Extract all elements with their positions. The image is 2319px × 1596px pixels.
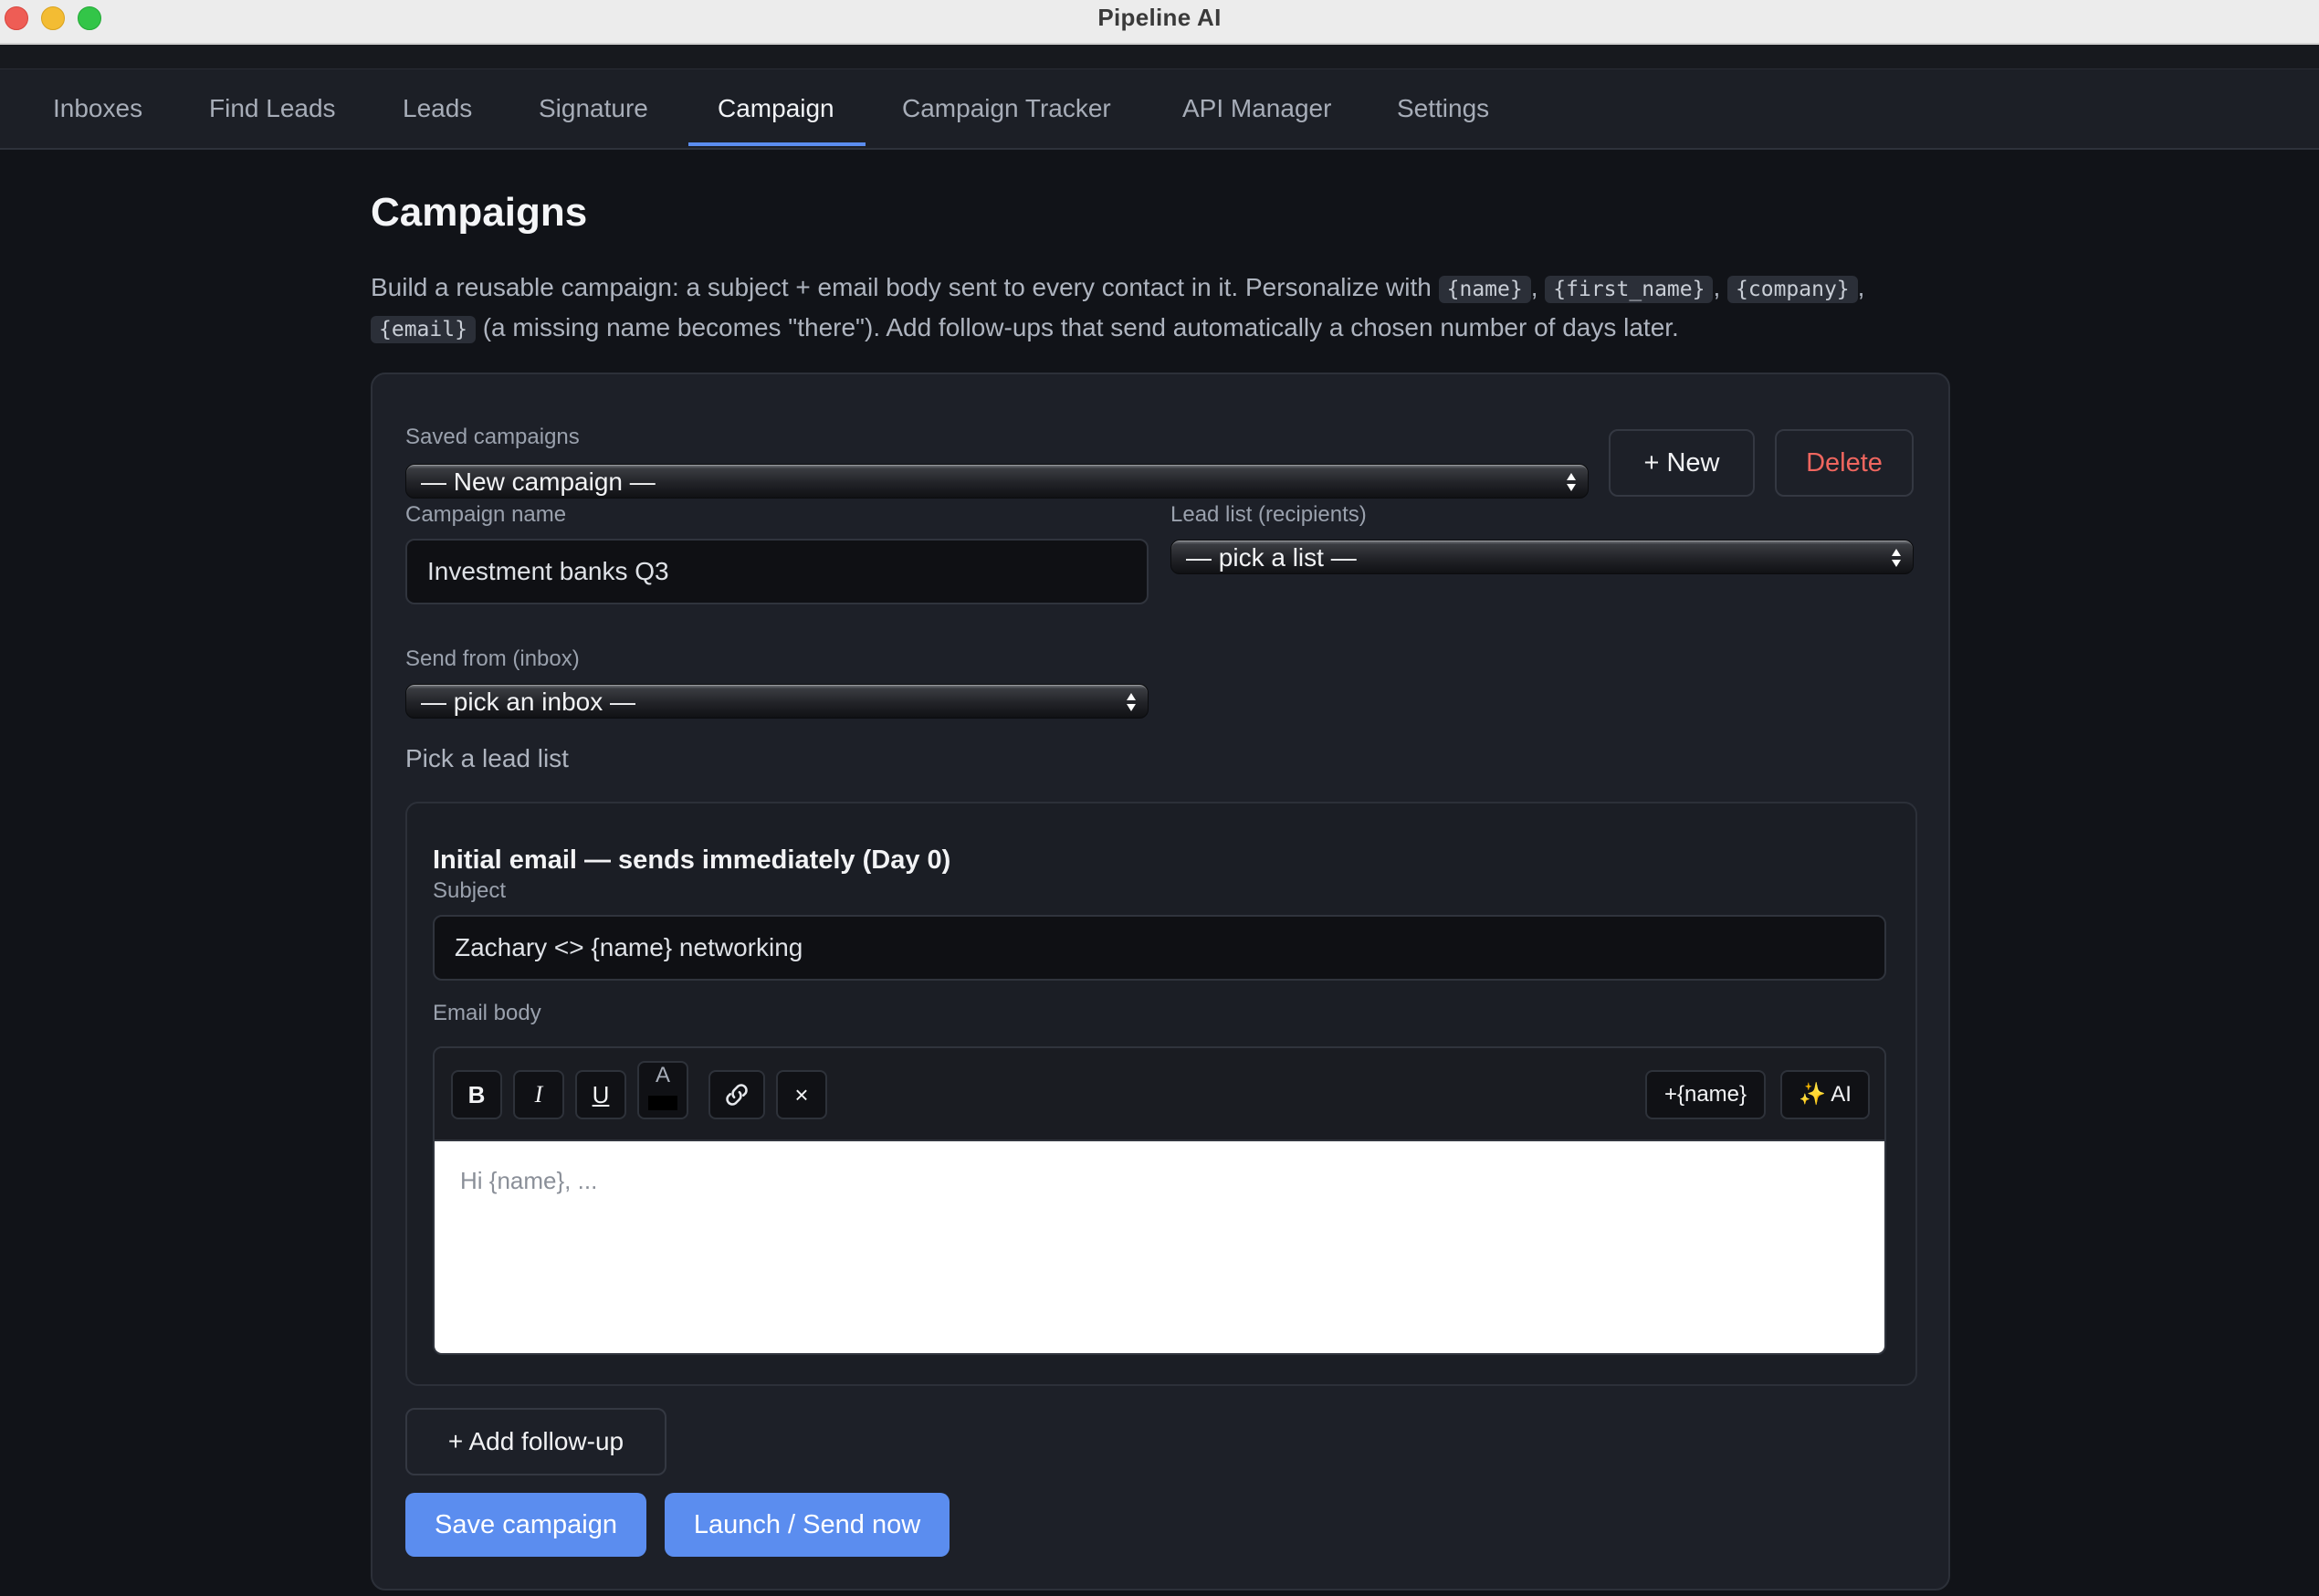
- tab-api-manager[interactable]: API Manager: [1182, 69, 1331, 148]
- lead-list-hint: Pick a lead list: [405, 744, 569, 772]
- launch-send-button[interactable]: Launch / Send now: [665, 1493, 950, 1557]
- send-from-label: Send from (inbox): [405, 646, 580, 671]
- email-body-placeholder: Hi {name}, ...: [460, 1167, 598, 1194]
- email-body-label: Email body: [433, 1001, 541, 1025]
- main-nav: Inboxes Find Leads Leads Signature Campa…: [0, 69, 2319, 150]
- sparkles-icon: ✨: [1799, 1082, 1826, 1107]
- send-from-value: — pick an inbox —: [421, 688, 635, 716]
- tab-find-leads[interactable]: Find Leads: [209, 69, 336, 148]
- link-button[interactable]: [708, 1070, 765, 1119]
- save-campaign-button[interactable]: Save campaign: [405, 1493, 646, 1557]
- campaign-name-input[interactable]: Investment banks Q3: [405, 539, 1149, 604]
- send-from-select[interactable]: — pick an inbox —: [405, 684, 1149, 719]
- window-title: Pipeline AI: [1097, 4, 1222, 31]
- link-icon: [726, 1084, 748, 1106]
- tab-signature[interactable]: Signature: [539, 69, 648, 148]
- text-color-swatch: [648, 1096, 677, 1110]
- lead-list-label: Lead list (recipients): [1170, 502, 1367, 527]
- subject-label: Subject: [433, 878, 507, 903]
- clear-format-button[interactable]: ×: [776, 1070, 827, 1119]
- page-intro: Build a reusable campaign: a subject + e…: [371, 273, 1865, 343]
- email-body-input[interactable]: Hi {name}, ...: [435, 1141, 1884, 1353]
- token-email: {email}: [371, 316, 476, 343]
- text-color-button[interactable]: A: [637, 1061, 688, 1119]
- text-color-label: A: [655, 1063, 670, 1087]
- ai-button[interactable]: ✨ AI: [1780, 1070, 1870, 1119]
- new-campaign-button[interactable]: + New: [1609, 429, 1755, 497]
- insert-name-button[interactable]: +{name}: [1645, 1070, 1766, 1119]
- tab-campaign[interactable]: Campaign: [718, 69, 834, 148]
- active-tab-indicator: [688, 142, 866, 146]
- intro-text: Build a reusable campaign: a subject + e…: [371, 273, 1432, 301]
- window-toolbar-strip: [0, 45, 2319, 69]
- select-arrows-icon: [1567, 473, 1576, 491]
- saved-campaigns-value: — New campaign —: [421, 467, 656, 496]
- campaign-name-label: Campaign name: [405, 502, 567, 527]
- lead-list-value: — pick a list —: [1186, 543, 1357, 572]
- saved-campaigns-select[interactable]: — New campaign —: [405, 464, 1589, 499]
- italic-button[interactable]: I: [513, 1070, 564, 1119]
- saved-campaigns-label: Saved campaigns: [405, 425, 580, 449]
- add-followup-button[interactable]: + Add follow-up: [405, 1408, 666, 1475]
- underline-button[interactable]: U: [575, 1070, 626, 1119]
- lead-list-select[interactable]: — pick a list —: [1170, 540, 1914, 574]
- email-body-editor: B I U A × +{name} ✨ AI Hi {name}, ...: [433, 1046, 1886, 1355]
- token-first-name: {first_name}: [1545, 276, 1714, 303]
- tab-leads[interactable]: Leads: [403, 69, 472, 148]
- delete-campaign-button[interactable]: Delete: [1775, 429, 1914, 497]
- window-titlebar: Pipeline AI: [0, 0, 2319, 45]
- token-name: {name}: [1438, 276, 1531, 303]
- bold-button[interactable]: B: [451, 1070, 502, 1119]
- tab-settings[interactable]: Settings: [1397, 69, 1489, 148]
- page-title: Campaigns: [371, 190, 588, 235]
- select-arrows-icon: [1127, 693, 1136, 711]
- token-company: {company}: [1727, 276, 1858, 303]
- tab-inboxes[interactable]: Inboxes: [53, 69, 142, 148]
- ai-label: AI: [1831, 1082, 1852, 1107]
- editor-toolbar: B I U A × +{name} ✨ AI: [435, 1048, 1884, 1141]
- initial-email-title: Initial email — sends immediately (Day 0…: [433, 845, 951, 875]
- select-arrows-icon: [1892, 549, 1901, 567]
- intro-text-suffix: (a missing name becomes "there"). Add fo…: [482, 313, 1679, 341]
- tab-campaign-tracker[interactable]: Campaign Tracker: [902, 69, 1111, 148]
- subject-input[interactable]: Zachary <> {name} networking: [433, 915, 1886, 981]
